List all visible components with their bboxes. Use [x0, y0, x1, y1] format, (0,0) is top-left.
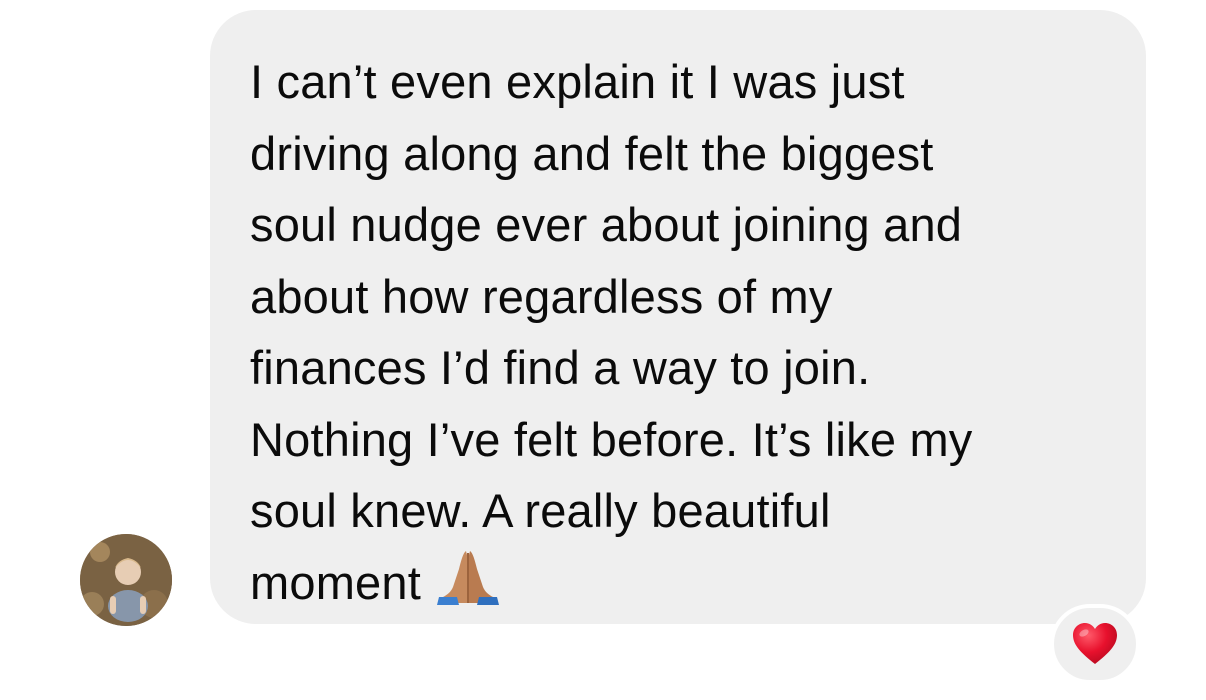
message-text: I can’t even explain it I was just drivi…: [250, 46, 1106, 626]
avatar[interactable]: [80, 534, 172, 626]
folded-hands-icon: [433, 547, 503, 627]
message-line: about how regardless of my: [250, 269, 833, 323]
message-line: driving along and felt the biggest: [250, 126, 934, 180]
message-line-last: moment: [250, 547, 1106, 627]
message-bubble[interactable]: I can’t even explain it I was just drivi…: [210, 10, 1146, 624]
message-line: moment: [250, 555, 421, 609]
message-line: soul nudge ever about joining and: [250, 198, 963, 251]
message-line: soul knew. A really beautiful: [250, 484, 831, 537]
red-heart-icon: [1073, 623, 1117, 664]
message-line: I can’t even explain it I was just: [250, 55, 905, 108]
message-line: finances I’d find a way to join.: [250, 341, 871, 394]
message-line: Nothing I’ve felt before. It’s like my: [250, 412, 973, 466]
message-thread: I can’t even explain it I was just drivi…: [0, 0, 1206, 700]
reaction-badge[interactable]: [1050, 604, 1140, 684]
avatar-photo: [80, 534, 172, 626]
